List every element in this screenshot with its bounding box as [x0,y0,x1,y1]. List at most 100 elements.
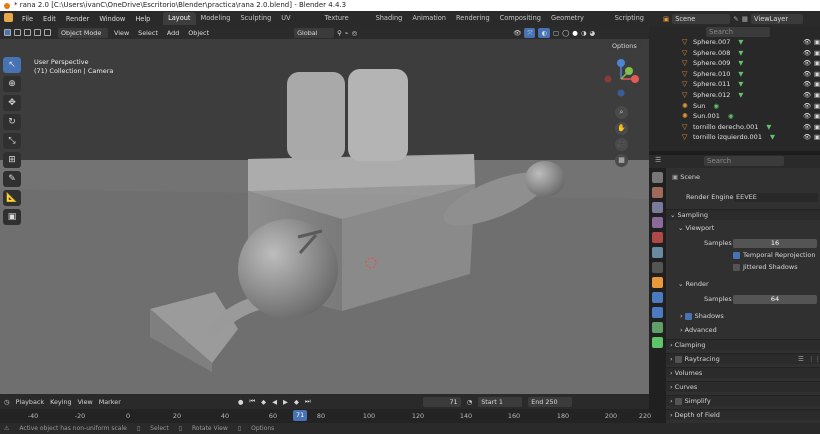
playback-menu[interactable]: Playback [16,398,45,406]
clock-icon[interactable]: ◔ [467,398,473,406]
advanced-subpanel[interactable]: › Advanced [666,325,820,336]
tab-sculpting[interactable]: Sculpting [236,12,277,25]
checkbox-icon[interactable] [733,263,740,271]
options-button[interactable]: Options [608,41,641,51]
measure-tool-icon[interactable]: 📐 [3,190,21,206]
select-invert-icon[interactable] [34,29,41,36]
tab-layout[interactable]: Layout [163,12,196,25]
overlay-toggle-icon[interactable]: ◐ [538,27,551,38]
eye-icon[interactable]: 👁 [803,122,811,133]
tab-shading[interactable]: Shading [371,12,408,25]
temporal-reprojection-row[interactable]: Temporal Reprojection [666,250,820,261]
render-subpanel-header[interactable]: ⌄ Render [666,279,820,290]
viewlayer-field[interactable]: ViewLayer [751,13,803,24]
play-icon[interactable]: ▶ [283,398,288,406]
perspective-toggle-icon[interactable]: ▦ [615,154,628,167]
editor-type-icon[interactable]: ☰ [655,156,661,164]
scale-tool-icon[interactable]: ⤡ [3,133,21,149]
shading-material-icon[interactable]: ◑ [581,29,587,37]
list-menu-icon[interactable]: ☰ [798,354,804,365]
outliner-item[interactable]: ▽ Sphere.010 ▼ 👁 ▣ [649,69,820,80]
navigation-gizmo[interactable]: ⌕ ✋ 🎥 ▦ [603,57,639,167]
scene-tab-icon[interactable] [652,232,663,243]
eye-icon[interactable]: 👁 [803,58,811,69]
dof-panel-header[interactable]: › Depth of Field [666,409,820,420]
world-tab-icon[interactable] [652,247,663,258]
eye-icon[interactable]: 👁 [803,90,811,101]
jump-end-icon[interactable]: ⏭ [305,397,311,406]
menu-render[interactable]: Render [61,15,94,23]
snap-icon[interactable]: ⌁ [345,29,349,37]
render-camera-icon[interactable]: ▣ [814,69,820,80]
menu-file[interactable]: File [17,15,38,23]
select-intersect-icon[interactable] [44,29,51,36]
orientation-dropdown[interactable]: Global [294,27,335,38]
annotate-tool-icon[interactable]: ✎ [3,171,21,187]
physics-tab-icon[interactable] [652,307,663,318]
select-subtract-icon[interactable] [24,29,31,36]
blender-menu-icon[interactable] [0,13,17,24]
playhead[interactable]: 71 [293,410,308,421]
modifier-tab-icon[interactable] [652,292,663,303]
tool-tab-icon[interactable] [652,172,663,183]
tab-rendering[interactable]: Rendering [451,12,495,25]
outliner-search[interactable]: Search [706,27,770,37]
shading-rendered-icon[interactable]: ◕ [589,29,595,37]
render-camera-icon[interactable]: ▣ [814,111,820,122]
select-extend-icon[interactable] [14,29,21,36]
drag-handle-icon[interactable]: ⋮⋮ [808,354,820,365]
simplify-panel-header[interactable]: › Simplify [666,395,820,406]
menu-object[interactable]: Object [185,28,212,38]
render-engine-dropdown[interactable]: EEVEE [734,193,818,202]
checkbox-checked-icon[interactable] [733,251,740,259]
tab-compositing[interactable]: Compositing [495,12,546,25]
menu-add[interactable]: Add [164,28,182,38]
timeline-view-menu[interactable]: View [78,398,93,406]
viewport-samples-field[interactable]: 16 [733,239,817,248]
cursor-tool-icon[interactable]: ⊕ [3,76,21,92]
transform-tool-icon[interactable]: ⊞ [3,152,21,168]
jump-start-icon[interactable]: ⏮ [249,397,255,406]
record-icon[interactable]: ● [238,398,244,406]
current-frame-field[interactable]: 71 [422,396,461,407]
collection-tab-icon[interactable] [652,262,663,273]
outliner-item[interactable]: ▽ Sphere.011 ▼ 👁 ▣ [649,79,820,90]
move-tool-icon[interactable]: ✥ [3,95,21,111]
axis-gizmo-icon[interactable] [603,57,639,101]
outliner-item[interactable]: ▽ Sphere.009 ▼ 👁 ▣ [649,58,820,69]
keying-menu[interactable]: Keying [50,398,71,406]
marker-menu[interactable]: Marker [99,398,121,406]
scene-field[interactable]: Scene [672,13,731,24]
outliner-item[interactable]: ✺ Sun ◉ 👁 ▣ [649,101,820,112]
3d-viewport[interactable]: User Perspective (71) Collection | Camer… [0,39,649,394]
add-cube-tool-icon[interactable]: ▣ [3,209,21,225]
outliner-item[interactable]: ▽ tornillo izquierdo.001 ▼ 👁 ▣ [649,132,820,143]
visibility-icon[interactable]: 👁 [513,29,521,37]
zoom-icon[interactable]: ⌕ [615,106,628,119]
proportional-icon[interactable]: ◎ [352,29,358,37]
select-mode-icon[interactable] [4,29,11,36]
constraints-tab-icon[interactable] [652,322,663,333]
volumes-panel-header[interactable]: › Volumes [666,367,820,378]
render-camera-icon[interactable]: ▣ [814,58,820,69]
properties-search[interactable]: Search [704,156,784,166]
eye-icon[interactable]: 👁 [803,132,811,143]
render-camera-icon[interactable]: ▣ [814,79,820,90]
render-camera-icon[interactable]: ▣ [814,132,820,143]
clamping-panel-header[interactable]: › Clamping [666,339,820,350]
mode-dropdown[interactable]: Object Mode [58,27,108,38]
outliner-item[interactable]: ▽ Sphere.008 ▼ 👁 ▣ [649,48,820,59]
render-camera-icon[interactable]: ▣ [814,90,820,101]
curves-panel-header[interactable]: › Curves [666,381,820,392]
xray-icon[interactable]: ▢ [553,29,559,37]
output-tab-icon[interactable] [652,202,663,213]
select-box-tool-icon[interactable]: ↖ [3,57,21,73]
timeline-editor-icon[interactable]: ◷ [4,398,10,406]
raytracing-panel-header[interactable]: › Raytracing ☰ ⋮⋮ [666,353,820,364]
checkbox-checked-icon[interactable] [684,312,692,320]
camera-view-icon[interactable]: 🎥 [615,138,628,151]
render-camera-icon[interactable]: ▣ [814,37,820,48]
timeline-ruler[interactable]: -40 -20 0 20 40 60 80 100 120 140 160 18… [0,409,651,423]
render-camera-icon[interactable]: ▣ [814,122,820,133]
eye-icon[interactable]: 👁 [803,101,811,112]
